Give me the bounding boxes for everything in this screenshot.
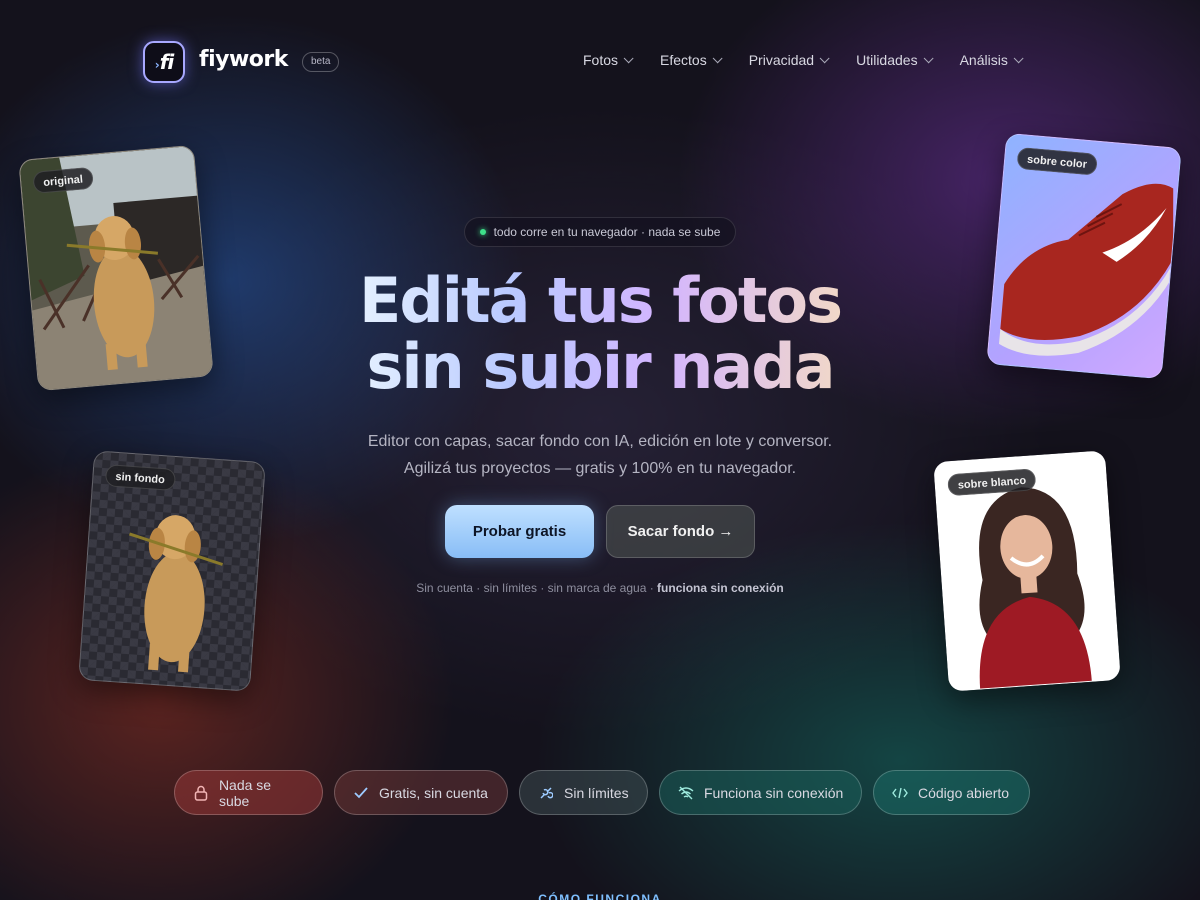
status-dot-icon [479, 229, 486, 235]
hero-subtitle-line-1: Editor con capas, sacar fondo con IA, ed… [367, 433, 833, 450]
chevron-down-icon [923, 52, 934, 63]
example-card-original: original [18, 144, 214, 392]
remove-background-button[interactable]: Sacar fondo → [606, 505, 755, 558]
nav-label: Fotos [583, 52, 619, 68]
feature-chip-no-upload: Nada se sube [174, 770, 323, 815]
beta-badge: beta [302, 52, 340, 72]
hero-subtitle-line-2: Agilizá tus proyectos — gratis y 100% en… [403, 460, 797, 477]
privacy-pill-text: todo corre en tu navegador · nada se sub… [493, 225, 721, 239]
hero-footnote: Sin cuenta · sin límites · sin marca de … [300, 581, 900, 595]
feature-chips: Nada se sube Gratis, sin cuenta Sin lími… [174, 770, 1041, 815]
main-nav: Fotos Efectos Privacidad Utilidades Anál… [583, 52, 1050, 68]
nav-label: Privacidad [748, 52, 815, 68]
feature-chip-label: Gratis, sin cuenta [379, 784, 488, 801]
feature-chip-label: Nada se sube [218, 776, 272, 809]
feature-chip-offline: Funciona sin conexión [659, 770, 862, 815]
chevron-down-icon [712, 52, 723, 63]
code-icon [892, 785, 908, 801]
how-it-works-label: CÓMO FUNCIONA [538, 892, 662, 900]
feature-chip-no-limits: Sin límites [519, 770, 648, 815]
nav-item-efectos[interactable]: Efectos [660, 52, 723, 68]
nav-label: Efectos [660, 52, 707, 68]
check-icon [353, 785, 369, 801]
logo[interactable]: ›fi [143, 41, 185, 83]
hero-footnote-text: Sin cuenta · sin límites · sin marca de … [416, 581, 654, 595]
nav-item-analisis[interactable]: Análisis [959, 52, 1024, 68]
chevron-down-icon [819, 52, 830, 63]
brand-name[interactable]: fiywork [199, 47, 288, 72]
nav-item-privacidad[interactable]: Privacidad [748, 52, 830, 68]
example-card-on-white: sobre blanco [933, 450, 1121, 692]
hero-title-line-1: Editá tus fotos [358, 264, 841, 337]
feature-chip-label: Código abierto [918, 784, 1010, 801]
hero-title: Editá tus fotos sin subir nada [300, 268, 900, 400]
infinity-icon [538, 785, 554, 801]
dog-cutout [129, 515, 224, 673]
nav-label: Utilidades [856, 52, 918, 68]
hero-title-line-2: sin subir nada [366, 330, 834, 403]
nav-label: Análisis [959, 52, 1008, 68]
privacy-pill: todo corre en tu navegador · nada se sub… [464, 217, 736, 247]
hero-footnote-bold: funciona sin conexión [657, 581, 784, 595]
feature-chip-open-source: Código abierto [873, 770, 1030, 815]
example-card-on-color: sobre color [986, 132, 1182, 380]
logo-mark: ›fi [154, 50, 174, 74]
nav-item-utilidades[interactable]: Utilidades [856, 52, 934, 68]
chevron-down-icon [1013, 52, 1024, 63]
try-free-button[interactable]: Probar gratis [445, 505, 594, 558]
feature-chip-free: Gratis, sin cuenta [334, 770, 508, 815]
feature-chip-label: Funciona sin conexión [704, 784, 844, 801]
lock-icon [193, 785, 209, 801]
wifi-off-icon [678, 785, 694, 801]
example-card-no-background: sin fondo [78, 450, 266, 692]
nav-item-fotos[interactable]: Fotos [583, 52, 634, 68]
hero-subtitle: Editor con capas, sacar fondo con IA, ed… [300, 428, 900, 482]
feature-chip-label: Sin límites [564, 784, 629, 801]
chevron-down-icon [623, 52, 634, 63]
